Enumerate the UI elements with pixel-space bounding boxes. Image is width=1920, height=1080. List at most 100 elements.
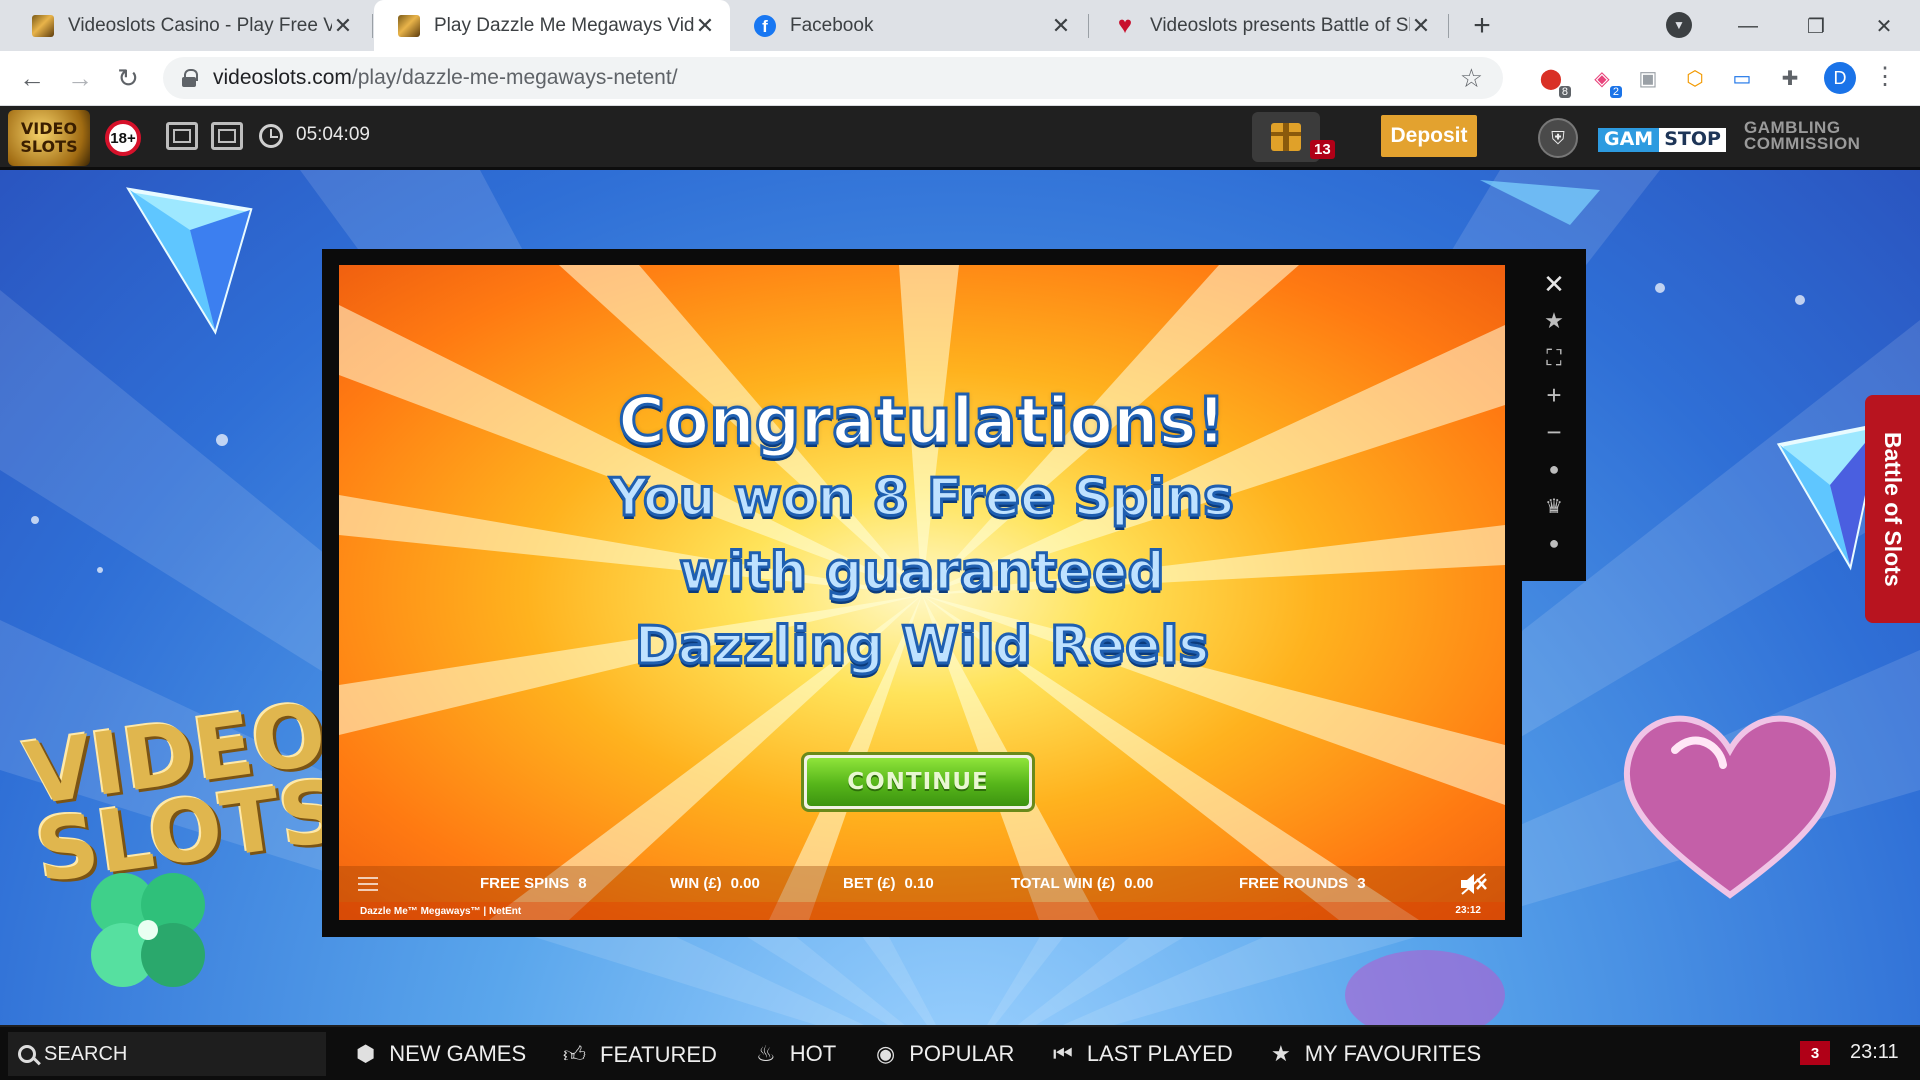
nav-label: LAST PLAYED: [1086, 1041, 1233, 1066]
shield-icon[interactable]: ⛨: [1538, 118, 1578, 158]
heart-favicon-icon: ♥: [1117, 11, 1133, 39]
search-icon: [18, 1045, 36, 1063]
thumbs-up-icon: 👍︎: [563, 1042, 586, 1067]
game-search-field[interactable]: SEARCH: [8, 1032, 326, 1076]
gamstop-logo[interactable]: GAM STOP: [1598, 128, 1726, 152]
lock-icon: [181, 69, 198, 87]
free-spins-label: FREE SPINS: [480, 875, 570, 892]
heart-gem-icon: [1623, 715, 1837, 899]
search-label: SEARCH: [44, 1042, 128, 1065]
win-message-line2: You won 8 Free Spins: [609, 467, 1236, 530]
close-game-icon[interactable]: ✕: [1538, 269, 1570, 299]
extensions-puzzle-icon[interactable]: ✚: [1776, 64, 1804, 92]
url-path: /play/dazzle-me-megaways-netent/: [351, 66, 678, 89]
restore-window-icon[interactable]: ❐: [1796, 6, 1836, 46]
clover-icon: [91, 873, 205, 987]
continue-label: CONTINUE: [807, 758, 1029, 806]
clock-icon: [259, 124, 283, 148]
rewind-icon: ⏮: [1053, 1041, 1073, 1066]
game-window: Congratulations! You won 8 Free Spins wi…: [322, 249, 1522, 937]
continue-button[interactable]: CONTINUE: [801, 752, 1035, 812]
game-menu-icon[interactable]: [358, 877, 378, 891]
game-clock: 23:12: [1455, 905, 1481, 916]
joystick-icon[interactable]: ●: [1538, 454, 1570, 484]
browser-tab-battle-of-slots[interactable]: ♥ Videoslots presents Battle of Slot ✕: [1090, 0, 1446, 51]
favourite-star-icon[interactable]: ★: [1538, 306, 1570, 336]
close-window-icon[interactable]: ✕: [1864, 6, 1904, 46]
close-tab-icon[interactable]: ✕: [332, 13, 354, 38]
game-status-bar: FREE SPINS 8 WIN (£) 0.00 BET (£) 0.10 TOTA…: [339, 866, 1505, 902]
close-tab-icon[interactable]: ✕: [694, 13, 716, 38]
close-tab-icon[interactable]: ✕: [1410, 13, 1432, 38]
back-arrow-icon[interactable]: ←: [14, 60, 50, 96]
game-canvas[interactable]: Congratulations! You won 8 Free Spins wi…: [339, 265, 1505, 920]
extension-screen-icon[interactable]: ▭: [1728, 64, 1756, 92]
nav-label: POPULAR: [909, 1041, 1015, 1066]
extension-share-icon[interactable]: ◈ 2: [1588, 64, 1622, 98]
free-rounds-label: FREE ROUNDS: [1239, 875, 1349, 892]
tab-search-icon[interactable]: ▼: [1666, 12, 1692, 38]
forward-arrow-icon[interactable]: →: [62, 60, 98, 96]
trophy-icon[interactable]: ♛: [1538, 491, 1570, 521]
win-value: 0.00: [730, 875, 760, 892]
gambling-commission-line2: COMMISSION: [1744, 134, 1861, 153]
free-spins-stat: FREE SPINS 8: [480, 875, 587, 892]
nav-label: NEW GAMES: [389, 1041, 527, 1066]
single-screen-mode-icon[interactable]: [166, 122, 198, 150]
win-message-line4: Dazzling Wild Reels: [633, 615, 1210, 678]
nav-hot[interactable]: ♨ HOT: [756, 1041, 836, 1067]
star-icon: ★: [1271, 1041, 1291, 1066]
videoslots-logo[interactable]: VIDEO SLOTS: [8, 110, 90, 166]
address-bar[interactable]: videoslots.com/play/dazzle-me-megaways-n…: [163, 57, 1503, 99]
extension-badge: 8: [1558, 86, 1571, 98]
free-spins-value: 8: [578, 875, 587, 892]
sound-muted-icon[interactable]: [1459, 872, 1487, 896]
gambling-commission-logo[interactable]: GAMBLING COMMISSION: [1744, 119, 1861, 153]
browser-tab-strip: Videoslots Casino - Play Free Vid ✕ Play…: [0, 0, 1920, 51]
bet-label: BET (£): [843, 875, 896, 892]
notification-count-badge[interactable]: 3: [1800, 1041, 1830, 1065]
site-header: VIDEO SLOTS 18+ 05:04:09 13 Deposit ⛨ GA…: [0, 106, 1920, 170]
remove-game-icon[interactable]: −: [1538, 417, 1570, 447]
deposit-button[interactable]: Deposit: [1381, 115, 1477, 157]
total-win-value: 0.00: [1124, 875, 1154, 892]
age-restriction-badge: 18+: [105, 120, 141, 156]
tab-title: Play Dazzle Me Megaways Video: [434, 14, 694, 36]
extension-badge: 2: [1609, 86, 1622, 98]
nav-last-played[interactable]: ⏮ LAST PLAYED: [1053, 1041, 1233, 1067]
videoslots-favicon-icon: [398, 14, 420, 37]
browser-tab-videoslots-casino[interactable]: Videoslots Casino - Play Free Vid ✕: [8, 0, 368, 51]
new-tab-button[interactable]: +: [1466, 9, 1498, 42]
heart-gem-icon: [1345, 950, 1505, 1025]
gift-icon: [1271, 123, 1301, 151]
bookmark-star-icon[interactable]: ☆: [1460, 63, 1483, 94]
close-tab-icon[interactable]: ✕: [1050, 13, 1072, 38]
bet-stat: BET (£) 0.10: [843, 875, 934, 892]
tab-title: Videoslots presents Battle of Slot: [1150, 14, 1410, 36]
extension-puzzle-grey-icon[interactable]: ▣: [1634, 64, 1662, 92]
chat-icon[interactable]: ●: [1538, 528, 1570, 558]
session-timer: 05:04:09: [296, 124, 370, 145]
reload-icon[interactable]: ↻: [110, 60, 146, 96]
nav-featured[interactable]: 👍︎ FEATURED: [563, 1041, 717, 1068]
videoslots-favicon-icon: [32, 14, 54, 37]
nav-my-favourites[interactable]: ★ MY FAVOURITES: [1271, 1041, 1481, 1067]
bet-value: 0.10: [904, 875, 934, 892]
add-game-icon[interactable]: +: [1538, 380, 1570, 410]
game-footer: Dazzle Me™ Megaways™ | NetEnt 23:12: [339, 902, 1505, 920]
battle-of-slots-tab[interactable]: Battle of Slots: [1865, 395, 1920, 623]
browser-tab-facebook[interactable]: f Facebook ✕: [730, 0, 1086, 51]
profile-avatar[interactable]: D: [1824, 62, 1856, 94]
minimize-window-icon[interactable]: —: [1728, 6, 1768, 46]
nav-popular[interactable]: ◉ POPULAR: [876, 1041, 1014, 1067]
browser-menu-icon[interactable]: ⋮: [1873, 63, 1897, 91]
browser-toolbar: ← → ↻ videoslots.com/play/dazzle-me-mega…: [0, 51, 1920, 106]
multi-screen-mode-icon[interactable]: [211, 122, 243, 150]
diamond-gem-icon: [126, 187, 253, 335]
fullscreen-icon[interactable]: ⛶: [1538, 343, 1570, 373]
extension-adblock-icon[interactable]: ⬤ 8: [1537, 64, 1571, 98]
tab-title: Facebook: [790, 14, 874, 36]
browser-tab-dazzle-me[interactable]: Play Dazzle Me Megaways Video ✕: [374, 0, 730, 51]
nav-new-games[interactable]: ⬢ NEW GAMES: [356, 1041, 526, 1067]
extension-coin-icon[interactable]: ⬡: [1681, 64, 1709, 92]
